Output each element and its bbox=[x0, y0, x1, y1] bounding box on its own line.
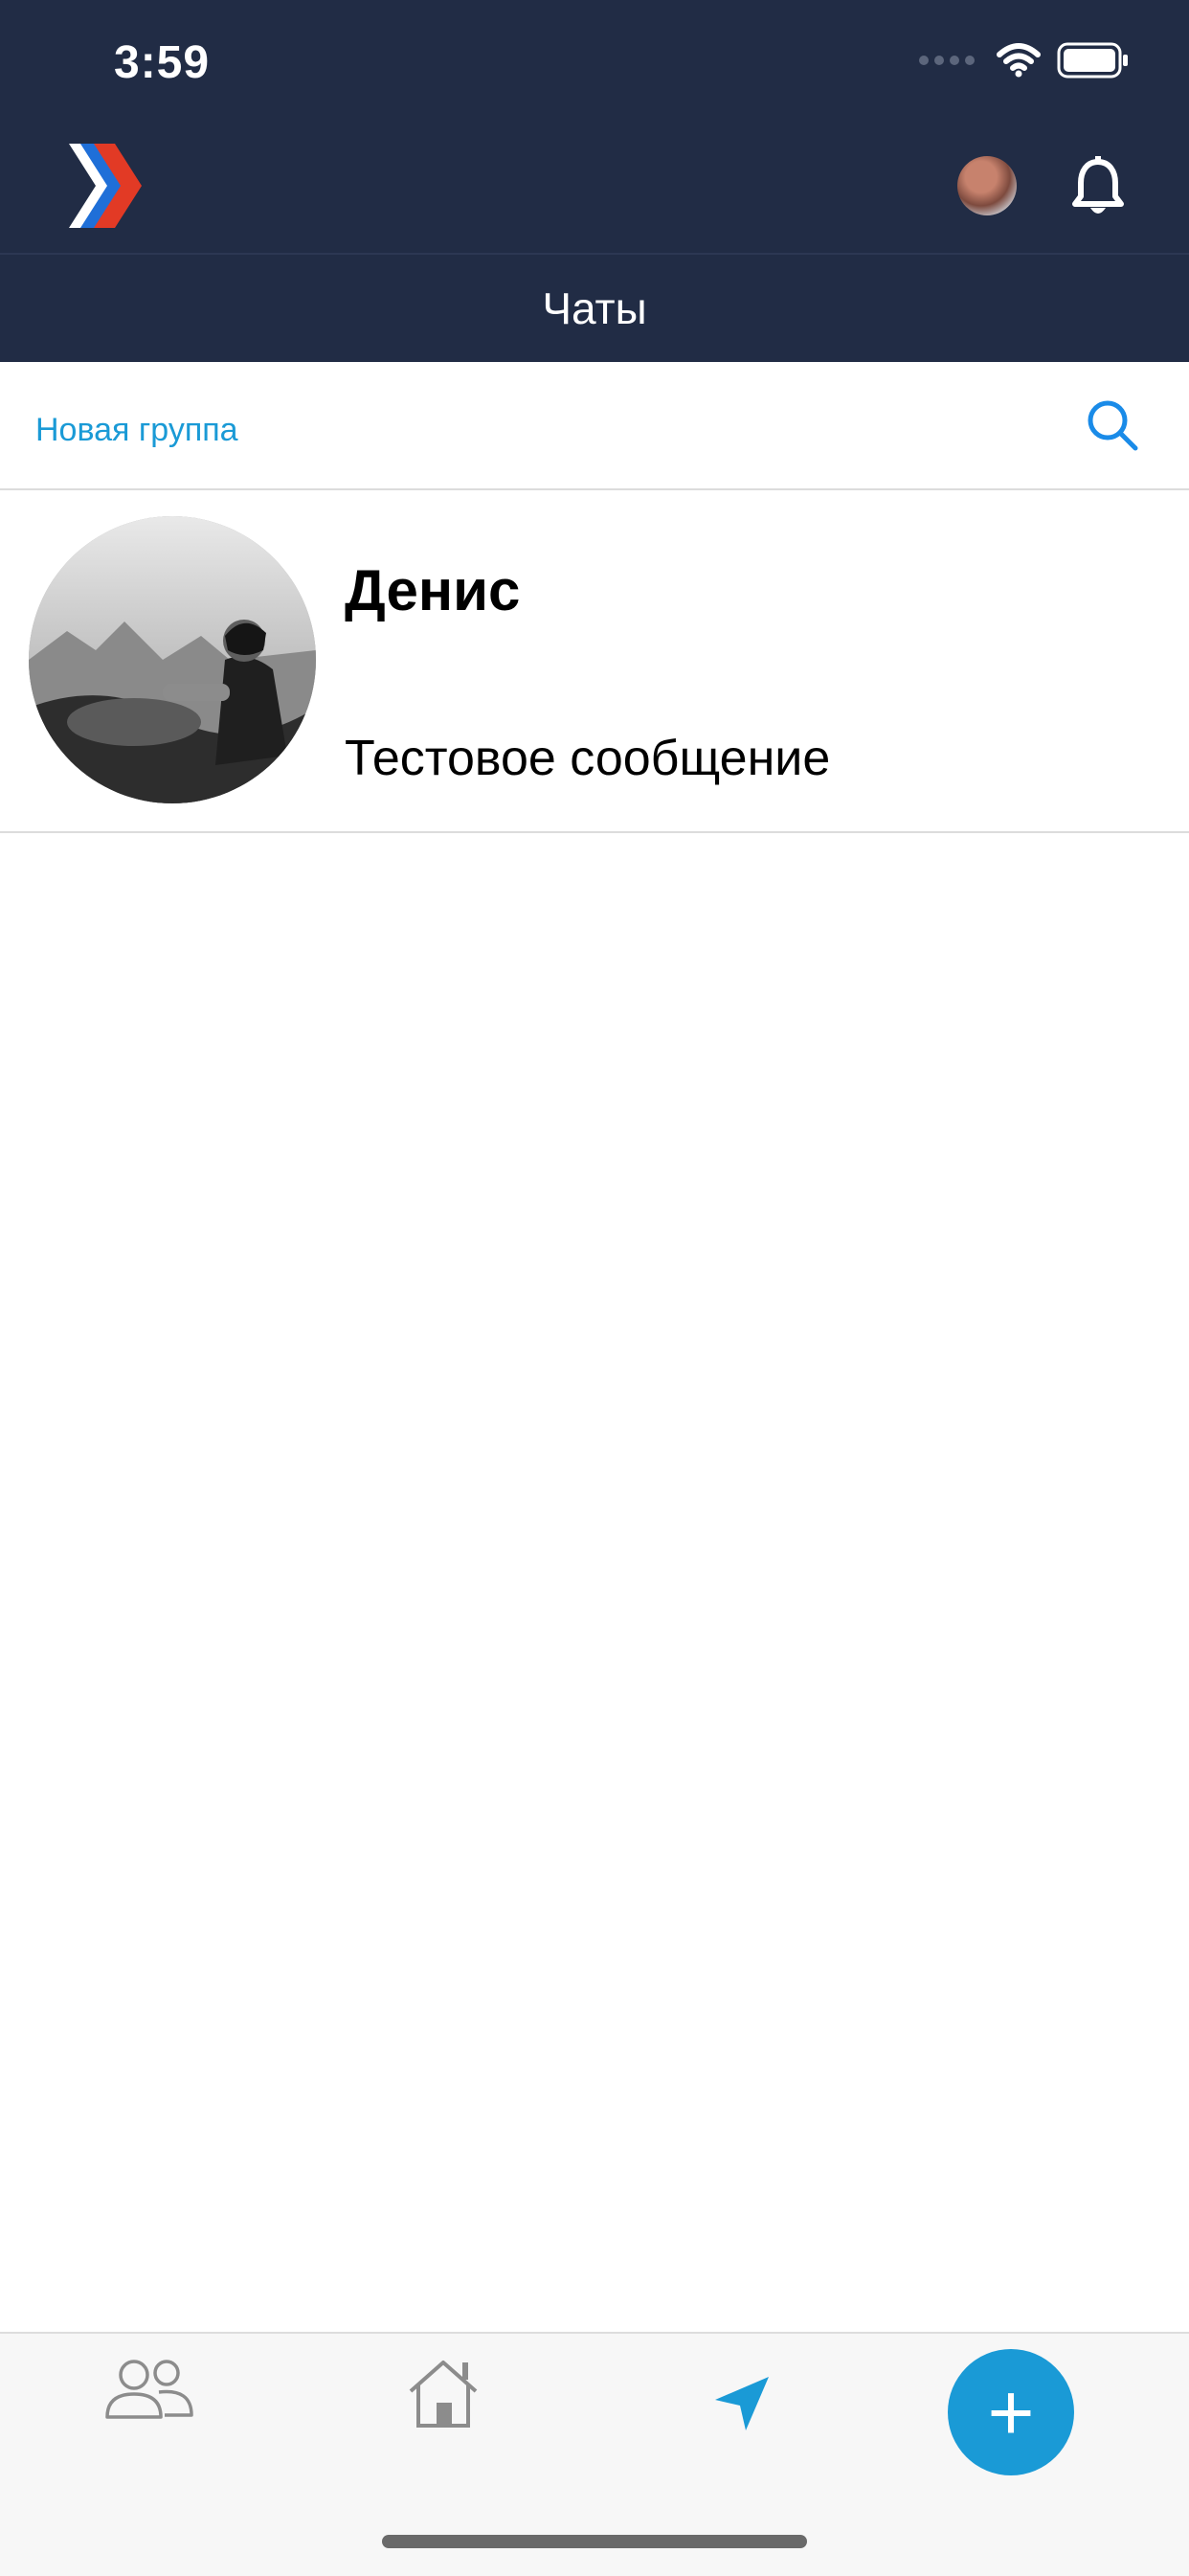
app-logo-icon[interactable] bbox=[69, 144, 142, 228]
chat-list-item[interactable]: Денис Тестовое сообщение bbox=[0, 490, 1189, 833]
cellular-signal-icon bbox=[919, 56, 975, 65]
wifi-icon bbox=[996, 43, 1042, 78]
home-indicator bbox=[382, 2535, 807, 2548]
title-bar: Чаты bbox=[0, 255, 1189, 362]
chat-contact-name: Денис bbox=[345, 558, 521, 622]
plus-icon: + bbox=[987, 2367, 1035, 2457]
app-header: 3:59 bbox=[0, 0, 1189, 253]
page-title: Чаты bbox=[542, 283, 647, 333]
status-indicators bbox=[919, 42, 1130, 79]
status-time: 3:59 bbox=[114, 37, 211, 88]
home-icon[interactable] bbox=[407, 2359, 480, 2428]
search-icon[interactable] bbox=[1084, 396, 1141, 454]
add-button[interactable]: + bbox=[948, 2349, 1074, 2475]
bell-icon[interactable] bbox=[1071, 156, 1125, 219]
people-icon[interactable] bbox=[105, 2358, 193, 2421]
contact-avatar bbox=[29, 516, 316, 803]
battery-icon bbox=[1057, 42, 1130, 79]
profile-avatar[interactable] bbox=[957, 156, 1017, 215]
new-group-button[interactable]: Новая группа bbox=[35, 412, 238, 449]
chat-last-message: Тестовое сообщение bbox=[345, 731, 831, 786]
send-icon[interactable] bbox=[713, 2375, 771, 2432]
chats-toolbar: Новая группа bbox=[0, 362, 1189, 490]
